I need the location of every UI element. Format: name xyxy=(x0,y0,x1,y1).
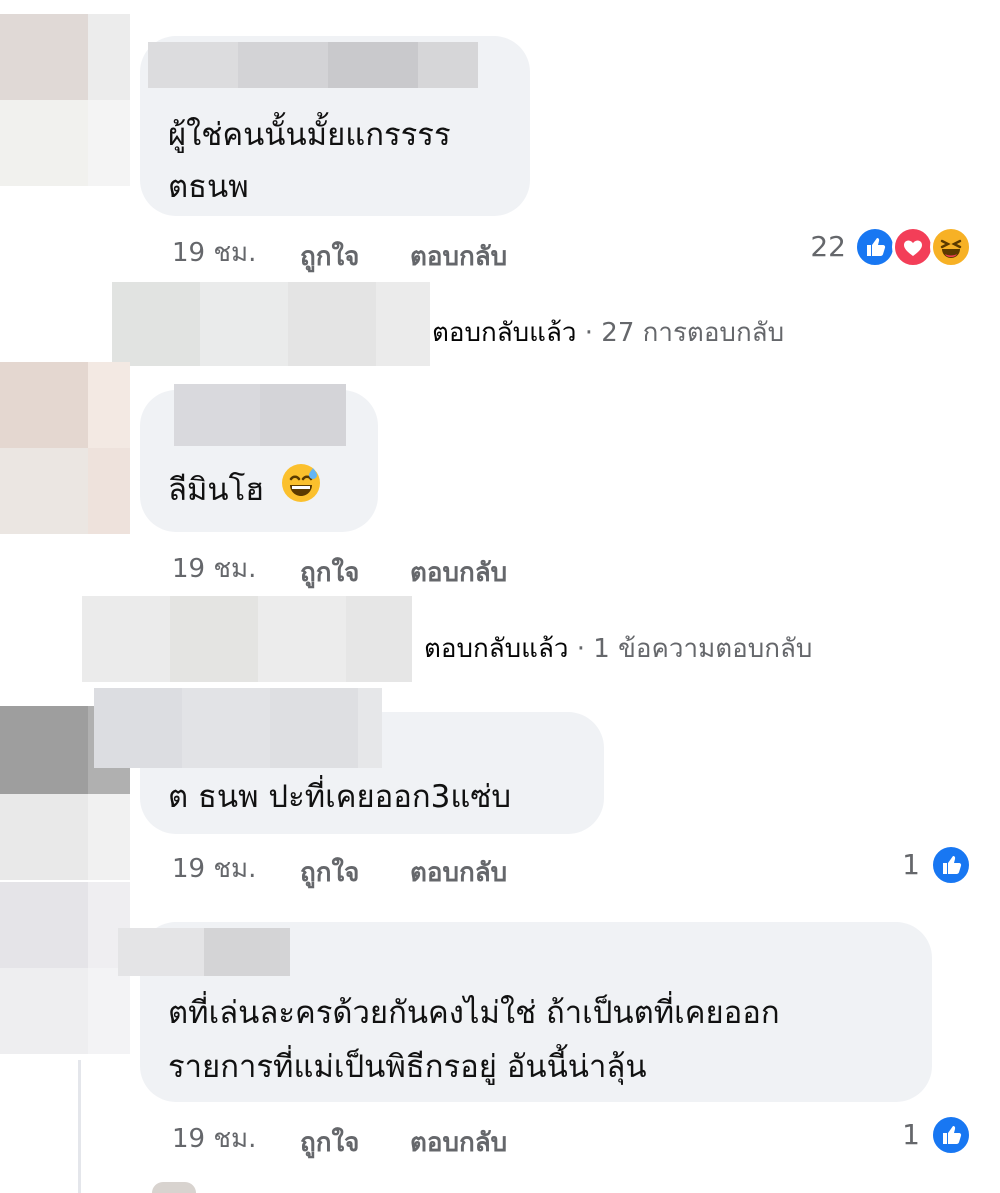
haha-icon xyxy=(930,226,972,268)
like-button[interactable]: ถูกใจ xyxy=(300,236,359,277)
commenter-name-blurred[interactable] xyxy=(148,42,478,88)
replies-count: 1 ข้อความตอบกลับ xyxy=(593,634,813,664)
sweat-smile-emoji xyxy=(280,462,322,521)
reaction-icons[interactable] xyxy=(854,226,974,268)
commenter-name-blurred[interactable] xyxy=(118,928,290,976)
comment-bubble: ต ธนพ ปะที่เคยออก3แซ่บ xyxy=(94,688,604,834)
replied-label: ตอบกลับแล้ว xyxy=(432,318,577,348)
comment-text-line: ต ธนพ ปะที่เคยออก3แซ่บ xyxy=(168,779,512,815)
comment-text-line: ตที่เล่นละครด้วยกันคงไม่ใช่ ถ้าเป็นตที่เ… xyxy=(168,995,780,1031)
comment-time[interactable]: 19 ชม. xyxy=(172,848,256,889)
replied-label: ตอบกลับแล้ว xyxy=(424,634,569,664)
love-icon xyxy=(892,226,934,268)
avatar[interactable] xyxy=(0,882,130,1054)
reaction-count[interactable]: 1 xyxy=(880,1118,920,1151)
like-icon[interactable] xyxy=(930,844,972,886)
comment-bubble: ลีมินโฮ xyxy=(140,384,378,532)
reply-button[interactable]: ตอบกลับ xyxy=(410,552,507,593)
comment-time[interactable]: 19 ชม. xyxy=(172,1118,256,1159)
comment-bubble: ผู้ใช่คนนั้นมั้ยแกรรรร ตธนพ xyxy=(140,36,530,216)
replier-avatars-blurred xyxy=(82,596,412,682)
replier-avatars-blurred xyxy=(112,282,430,366)
replies-link[interactable]: ตอบกลับแล้ว · 27 การตอบกลับ xyxy=(112,282,852,366)
like-button[interactable]: ถูกใจ xyxy=(300,1122,359,1163)
like-button[interactable]: ถูกใจ xyxy=(300,552,359,593)
comment-text-line: รายการที่แม่เป็นพิธีกรอยู่ อันนี้น่าลุ้น xyxy=(168,1049,647,1085)
like-button[interactable]: ถูกใจ xyxy=(300,852,359,893)
comment-time[interactable]: 19 ชม. xyxy=(172,232,256,273)
comment-text-line: ลีมินโฮ xyxy=(168,462,322,521)
reply-button[interactable]: ตอบกลับ xyxy=(410,1122,507,1163)
like-icon xyxy=(854,226,896,268)
replies-link[interactable]: ตอบกลับแล้ว · 1 ข้อความตอบกลับ xyxy=(82,596,882,682)
commenter-name-blurred[interactable] xyxy=(174,384,346,446)
avatar[interactable] xyxy=(0,14,130,186)
avatar[interactable] xyxy=(152,1182,196,1193)
reaction-count[interactable]: 22 xyxy=(800,230,846,263)
reply-button[interactable]: ตอบกลับ xyxy=(410,852,507,893)
comment-bubble: ตที่เล่นละครด้วยกันคงไม่ใช่ ถ้าเป็นตที่เ… xyxy=(118,922,932,1102)
avatar[interactable] xyxy=(0,362,130,534)
thread-line xyxy=(78,1060,81,1193)
replies-count: 27 การตอบกลับ xyxy=(601,318,785,348)
reaction-count[interactable]: 1 xyxy=(880,848,920,881)
reply-button[interactable]: ตอบกลับ xyxy=(410,236,507,277)
like-icon[interactable] xyxy=(930,1114,972,1156)
comment-text-line: ผู้ใช่คนนั้นมั้ยแกรรรร xyxy=(168,117,451,153)
comment-time[interactable]: 19 ชม. xyxy=(172,548,256,589)
commenter-name-blurred[interactable] xyxy=(94,688,382,768)
comment-text-line: ตธนพ xyxy=(168,169,249,205)
